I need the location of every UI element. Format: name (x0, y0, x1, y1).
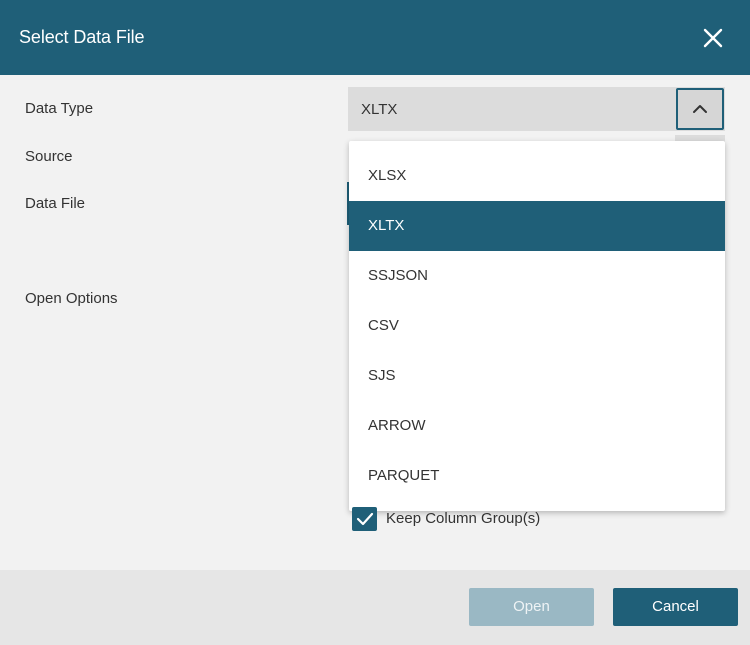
dropdown-option-ssjson[interactable]: SSJSON (349, 251, 725, 301)
open-button[interactable]: Open (469, 588, 594, 626)
keep-column-groups-checkbox[interactable] (352, 507, 377, 531)
chevron-up-icon (693, 105, 707, 113)
select-data-file-dialog: Select Data File Data Type Source Data F… (0, 0, 750, 645)
data-type-select[interactable]: XLTX (348, 87, 725, 131)
data-file-label: Data File (25, 195, 86, 212)
dialog-title: Select Data File (19, 27, 145, 47)
dialog-footer: Open Cancel (0, 570, 750, 645)
data-type-label: Data Type (25, 100, 94, 117)
data-type-dropdown: XLSX XLTX SSJSON CSV SJS ARROW PARQUET (349, 141, 725, 511)
source-label: Source (25, 148, 73, 165)
dropdown-option-xltx[interactable]: XLTX (349, 201, 725, 251)
data-type-value: XLTX (361, 101, 398, 118)
close-icon (703, 28, 723, 48)
data-type-toggle-button[interactable] (676, 88, 724, 130)
cancel-button[interactable]: Cancel (613, 588, 738, 626)
dialog-titlebar: Select Data File (0, 0, 750, 75)
close-button[interactable] (697, 22, 729, 54)
open-options-label: Open Options (25, 290, 118, 307)
dropdown-option-xlsx[interactable]: XLSX (349, 151, 725, 201)
checkmark-icon (356, 512, 374, 526)
keep-column-groups-label: Keep Column Group(s) (386, 510, 541, 527)
dropdown-option-csv[interactable]: CSV (349, 301, 725, 351)
dropdown-option-parquet[interactable]: PARQUET (349, 451, 725, 501)
dropdown-option-sjs[interactable]: SJS (349, 351, 725, 401)
dropdown-option-arrow[interactable]: ARROW (349, 401, 725, 451)
